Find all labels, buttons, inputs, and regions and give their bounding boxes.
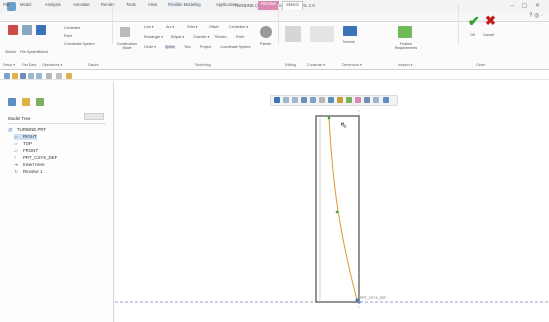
spline-point: [335, 210, 339, 214]
spline-point: [327, 116, 331, 120]
csys-label: PRT_CSYS_DEF: [360, 296, 387, 300]
sketch-canvas[interactable]: [0, 0, 549, 322]
mouse-pointer-icon: ⇖: [340, 120, 348, 130]
csys-origin-marker: [357, 300, 361, 304]
sketch-spline: [328, 117, 358, 301]
